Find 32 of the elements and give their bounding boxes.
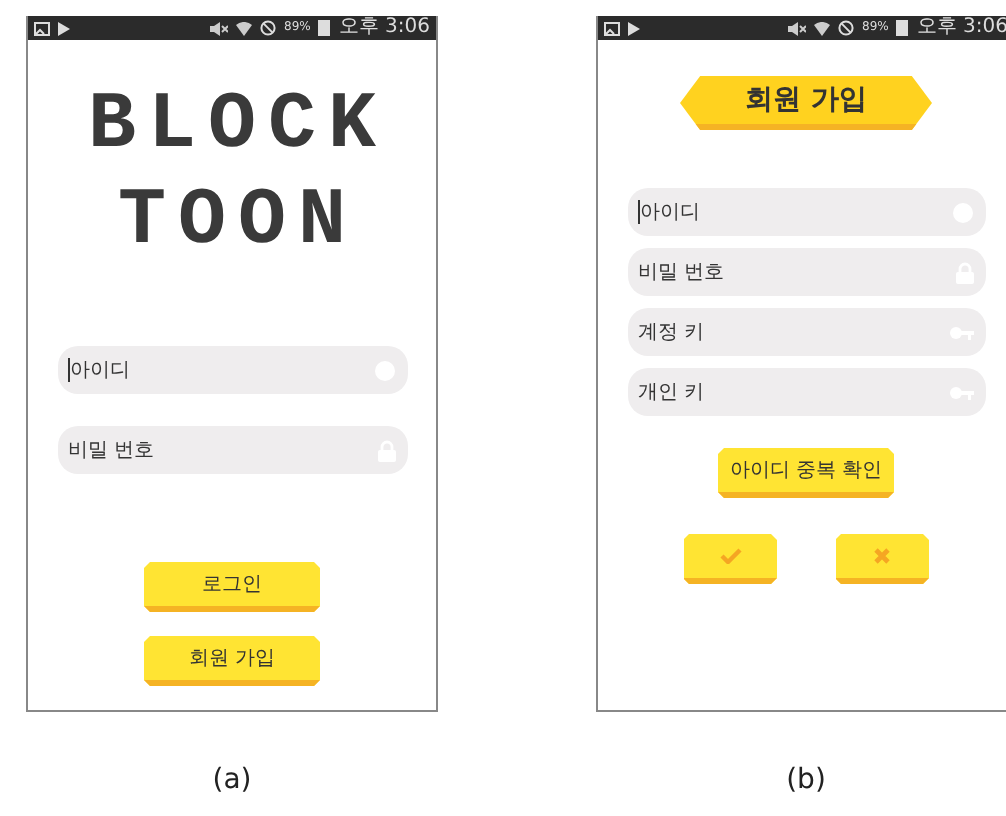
figure-caption: (b)	[786, 764, 826, 796]
title-banner: 회원 가입	[680, 76, 932, 130]
play-icon	[628, 21, 640, 35]
confirm-button[interactable]	[683, 534, 777, 584]
cancel-button[interactable]	[835, 534, 929, 584]
input-field[interactable]: 아이디	[628, 188, 986, 236]
input-field[interactable]: 비밀 번호	[58, 426, 408, 474]
figure-caption: (a)	[212, 764, 252, 796]
battery-icon	[896, 20, 909, 36]
action-button[interactable]: 로그인	[144, 562, 320, 612]
wifi-icon	[236, 21, 253, 35]
input-field[interactable]: 계정 키	[628, 308, 986, 356]
clock-time: 오후 3:06	[916, 16, 1006, 40]
input-field[interactable]: 비밀 번호	[628, 248, 986, 296]
action-button[interactable]: 회원 가입	[144, 636, 320, 686]
image-icon	[604, 21, 620, 35]
check-icon	[719, 548, 741, 564]
image-icon	[34, 21, 50, 35]
close-icon	[874, 548, 890, 564]
input-field[interactable]: 아이디	[58, 346, 408, 394]
wifi-icon	[814, 21, 831, 35]
logo-text: TOON	[115, 176, 358, 272]
logo-text: BLOCK	[85, 80, 389, 176]
input-field[interactable]: 개인 키	[628, 368, 986, 416]
action-button[interactable]: 아이디 중복 확인	[718, 448, 894, 498]
clock-time: 오후 3:06	[338, 16, 430, 40]
battery-icon	[318, 20, 331, 36]
play-icon	[58, 21, 70, 35]
block-icon	[838, 20, 855, 36]
mute-icon	[788, 21, 807, 35]
mute-icon	[210, 21, 229, 35]
block-icon	[260, 20, 277, 36]
